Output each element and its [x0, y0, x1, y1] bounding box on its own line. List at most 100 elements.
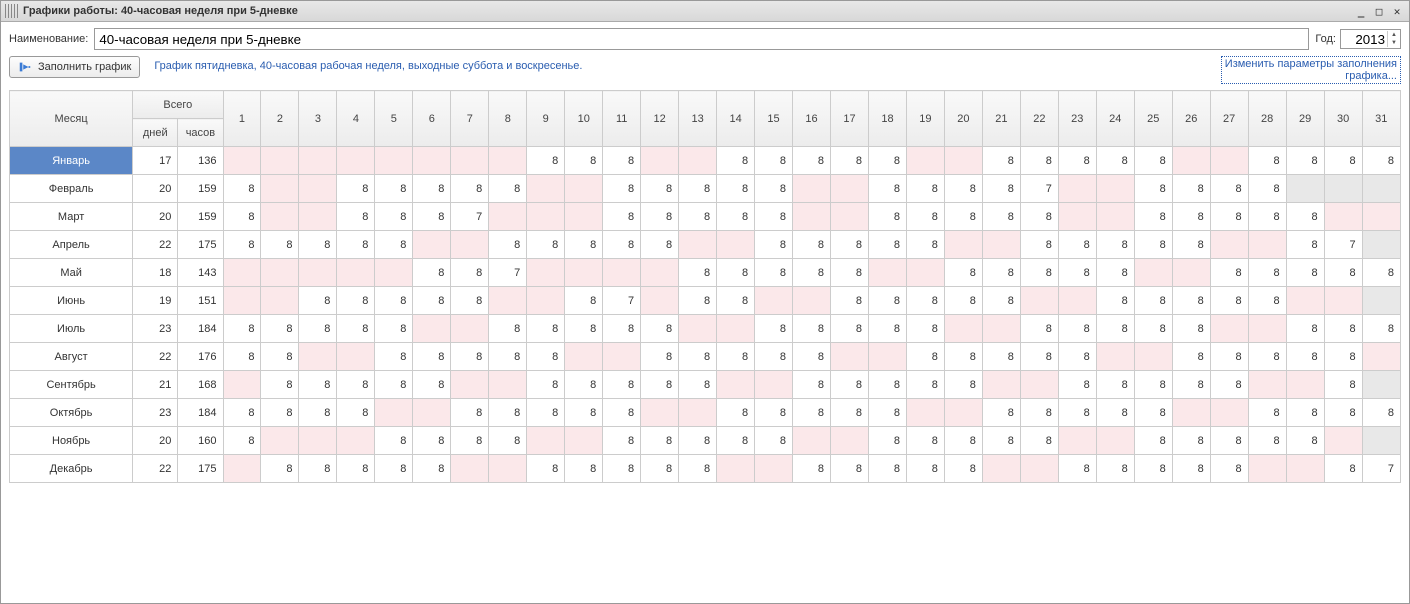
table-row[interactable]: Январь1713688888888888888888 [10, 147, 1401, 175]
day-cell[interactable]: 8 [337, 231, 375, 259]
day-cell[interactable] [641, 147, 679, 175]
day-cell[interactable]: 8 [1020, 259, 1058, 287]
day-cell[interactable]: 8 [944, 175, 982, 203]
day-cell[interactable]: 8 [223, 427, 261, 455]
day-cell[interactable]: 8 [1286, 259, 1324, 287]
day-cell[interactable] [375, 399, 413, 427]
day-cell[interactable] [261, 203, 299, 231]
day-cell[interactable]: 8 [375, 231, 413, 259]
table-row[interactable]: Февраль2015988888888888888878888 [10, 175, 1401, 203]
day-cell[interactable]: 8 [906, 343, 944, 371]
day-cell[interactable]: 8 [1248, 287, 1286, 315]
day-cell[interactable]: 8 [641, 343, 679, 371]
day-cell[interactable]: 8 [223, 231, 261, 259]
day-cell[interactable]: 8 [793, 315, 831, 343]
day-cell[interactable]: 8 [1286, 147, 1324, 175]
day-cell[interactable]: 8 [489, 231, 527, 259]
day-cell[interactable]: 8 [527, 231, 565, 259]
day-cell[interactable]: 8 [679, 175, 717, 203]
day-cell[interactable] [1058, 203, 1096, 231]
day-cell[interactable]: 8 [831, 399, 869, 427]
day-cell[interactable] [527, 175, 565, 203]
day-cell[interactable]: 8 [717, 203, 755, 231]
col-day-6[interactable]: 6 [413, 91, 451, 147]
day-cell[interactable] [1286, 455, 1324, 483]
day-cell[interactable]: 8 [868, 231, 906, 259]
day-cell[interactable]: 8 [1096, 371, 1134, 399]
day-cell[interactable] [603, 343, 641, 371]
day-cell[interactable] [337, 343, 375, 371]
day-cell[interactable] [489, 147, 527, 175]
day-cell[interactable]: 8 [337, 455, 375, 483]
day-cell[interactable]: 8 [1172, 315, 1210, 343]
day-cell[interactable]: 8 [755, 175, 793, 203]
day-cell[interactable]: 8 [944, 203, 982, 231]
day-cell[interactable] [527, 259, 565, 287]
day-cell[interactable]: 8 [1210, 455, 1248, 483]
day-cell[interactable]: 8 [565, 287, 603, 315]
col-day-25[interactable]: 25 [1134, 91, 1172, 147]
day-cell[interactable]: 8 [375, 455, 413, 483]
day-cell[interactable]: 8 [868, 147, 906, 175]
day-cell[interactable] [1248, 455, 1286, 483]
day-cell[interactable]: 8 [1286, 231, 1324, 259]
day-cell[interactable]: 8 [641, 203, 679, 231]
day-cell[interactable]: 8 [1172, 427, 1210, 455]
day-cell[interactable]: 8 [451, 399, 489, 427]
day-cell[interactable] [337, 427, 375, 455]
day-cell[interactable]: 8 [1172, 175, 1210, 203]
day-cell[interactable]: 8 [1210, 343, 1248, 371]
day-cell[interactable] [831, 343, 869, 371]
day-cell[interactable]: 8 [679, 343, 717, 371]
day-cell[interactable] [261, 147, 299, 175]
day-cell[interactable] [223, 259, 261, 287]
day-cell[interactable] [868, 343, 906, 371]
col-day-16[interactable]: 16 [793, 91, 831, 147]
day-cell[interactable] [679, 399, 717, 427]
day-cell[interactable]: 8 [1286, 203, 1324, 231]
day-cell[interactable]: 8 [982, 259, 1020, 287]
day-cell[interactable]: 8 [489, 175, 527, 203]
day-cell[interactable]: 8 [1362, 399, 1400, 427]
day-cell[interactable]: 8 [299, 287, 337, 315]
day-cell[interactable] [1362, 427, 1400, 455]
year-input[interactable] [1341, 31, 1387, 47]
day-cell[interactable]: 8 [1210, 287, 1248, 315]
day-cell[interactable] [299, 203, 337, 231]
day-cell[interactable]: 8 [906, 175, 944, 203]
day-cell[interactable]: 8 [223, 343, 261, 371]
day-cell[interactable]: 8 [375, 315, 413, 343]
day-cell[interactable] [451, 315, 489, 343]
month-name[interactable]: Октябрь [10, 399, 133, 427]
day-cell[interactable]: 8 [565, 399, 603, 427]
day-cell[interactable]: 8 [717, 147, 755, 175]
day-cell[interactable] [982, 371, 1020, 399]
day-cell[interactable] [641, 399, 679, 427]
col-day-7[interactable]: 7 [451, 91, 489, 147]
col-day-21[interactable]: 21 [982, 91, 1020, 147]
day-cell[interactable]: 8 [868, 399, 906, 427]
day-cell[interactable]: 8 [793, 231, 831, 259]
day-cell[interactable]: 8 [565, 147, 603, 175]
day-cell[interactable]: 8 [565, 231, 603, 259]
day-cell[interactable]: 8 [793, 371, 831, 399]
month-name[interactable]: Март [10, 203, 133, 231]
month-name[interactable]: Апрель [10, 231, 133, 259]
day-cell[interactable]: 8 [299, 371, 337, 399]
day-cell[interactable] [299, 259, 337, 287]
day-cell[interactable]: 8 [603, 371, 641, 399]
day-cell[interactable] [717, 231, 755, 259]
day-cell[interactable]: 8 [1210, 371, 1248, 399]
day-cell[interactable] [1286, 371, 1324, 399]
day-cell[interactable]: 8 [527, 343, 565, 371]
day-cell[interactable]: 8 [641, 315, 679, 343]
day-cell[interactable] [755, 371, 793, 399]
col-day-8[interactable]: 8 [489, 91, 527, 147]
day-cell[interactable] [641, 287, 679, 315]
day-cell[interactable]: 8 [1096, 147, 1134, 175]
year-spin-up[interactable]: ▲ [1388, 31, 1400, 39]
day-cell[interactable] [982, 455, 1020, 483]
day-cell[interactable]: 8 [1020, 147, 1058, 175]
day-cell[interactable]: 8 [982, 175, 1020, 203]
col-day-27[interactable]: 27 [1210, 91, 1248, 147]
